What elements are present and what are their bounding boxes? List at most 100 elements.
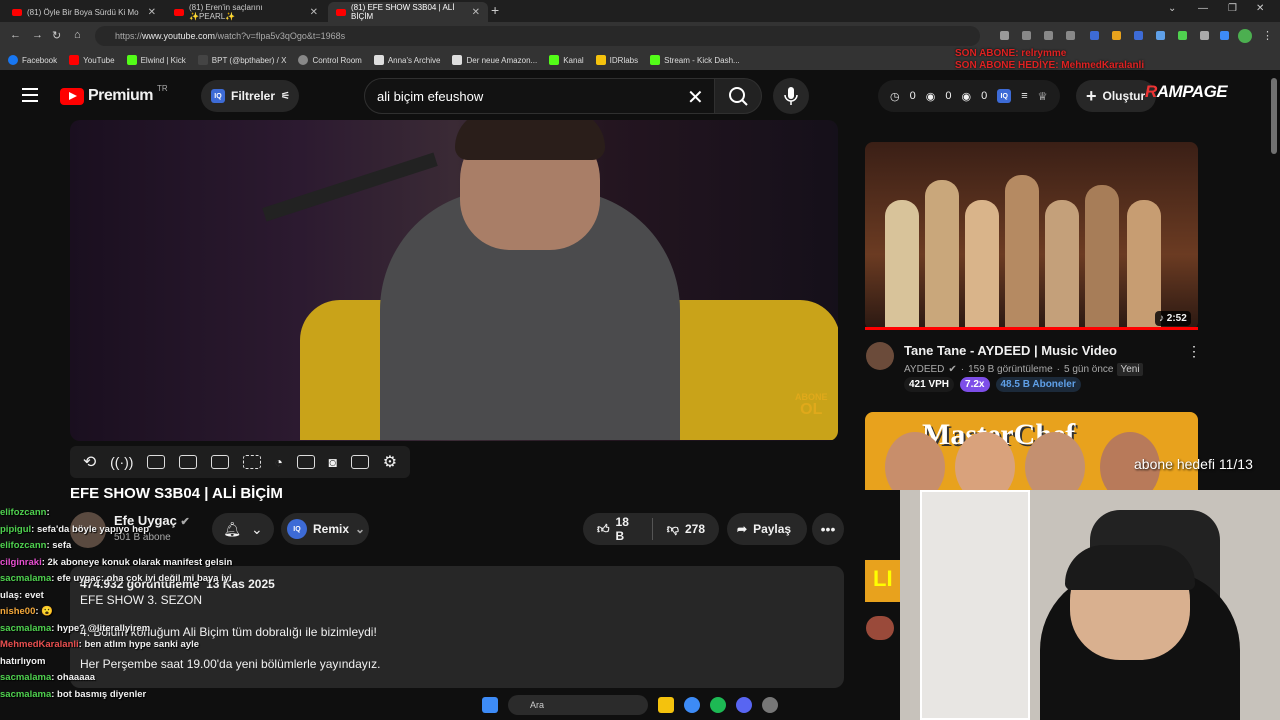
- control-room-icon: [298, 55, 309, 65]
- minimize-icon[interactable]: —: [1198, 3, 1208, 14]
- chat-message: hatırlıyom: [0, 655, 46, 667]
- verified-icon: ✔: [948, 364, 957, 375]
- bookmark-annas-archive[interactable]: Anna's Archive: [373, 55, 440, 65]
- clapper-icon[interactable]: [179, 455, 198, 469]
- menu-dots-icon[interactable]: ⋮: [1262, 29, 1273, 42]
- bookmark-elwind[interactable]: Elwind | Kick: [126, 55, 186, 65]
- close-window-icon[interactable]: ✕: [1256, 3, 1264, 14]
- close-tab-icon[interactable]: ✕: [310, 7, 318, 18]
- video-title: EFE SHOW S3B04 | ALİ BİÇİM: [70, 485, 283, 502]
- recommended-video-thumbnail[interactable]: LI: [865, 560, 900, 602]
- close-tab-icon[interactable]: ✕: [148, 7, 156, 18]
- chrome-icon[interactable]: [684, 697, 700, 713]
- forward-icon[interactable]: →: [32, 29, 43, 41]
- extension-stats: ◷ 0 ◉ 0 ◉ 0 IQ ≡ ♕: [878, 80, 1060, 112]
- watch-progress-bar: [865, 327, 1198, 330]
- reload-icon[interactable]: ↻: [52, 29, 61, 42]
- more-dots-icon[interactable]: ⋮: [1187, 343, 1201, 360]
- like-button[interactable]: 👍︎ 18 B: [583, 515, 652, 543]
- video-duration: ♪ 2:52: [1155, 311, 1191, 326]
- recommended-video-thumbnail[interactable]: [865, 142, 1198, 330]
- tab-2[interactable]: (81) Eren'in saçlarını ✨PEARL✨ ✕: [166, 2, 326, 22]
- recommended-video-title[interactable]: Tane Tane - AYDEED | Music Video: [904, 343, 1117, 358]
- voice-search-button[interactable]: [773, 78, 809, 114]
- extension-icon[interactable]: [1200, 31, 1209, 40]
- windows-start-icon[interactable]: [482, 697, 498, 713]
- bookmark-idrlabs[interactable]: IDRlabs: [595, 55, 638, 65]
- new-tab-button[interactable]: +: [491, 2, 499, 18]
- loop-icon[interactable]: ⟲: [83, 452, 96, 472]
- vph-badges: 421 VPH 7.2x 48.5 B Aboneler: [904, 377, 1081, 392]
- bookmark-kick-dashboard[interactable]: Stream - Kick Dash...: [650, 55, 740, 65]
- folder-icon[interactable]: [658, 697, 674, 713]
- close-tab-icon[interactable]: ✕: [472, 7, 480, 18]
- sidebar-icon[interactable]: [1220, 31, 1229, 40]
- zoom-icon[interactable]: [1022, 31, 1031, 40]
- channel-avatar[interactable]: [866, 342, 894, 370]
- clear-search-icon[interactable]: ✕: [687, 85, 704, 110]
- share-icon[interactable]: [1044, 31, 1053, 40]
- idrlabs-icon: [595, 55, 606, 65]
- back-icon[interactable]: ←: [10, 29, 21, 41]
- chat-message: elifozcann: sefa: [0, 540, 72, 551]
- extension-icon[interactable]: [1134, 31, 1143, 40]
- bookmark-youtube[interactable]: YouTube: [69, 55, 115, 65]
- search-input[interactable]: ali biçim efeushow: [364, 78, 715, 114]
- filters-button[interactable]: IQ Filtreler ⚟: [201, 80, 299, 112]
- chat-message: elifozcann:: [0, 507, 50, 518]
- camera-icon[interactable]: ◙: [329, 454, 337, 470]
- dislike-button[interactable]: 👎︎ 278: [653, 522, 719, 537]
- extension-icon[interactable]: [1090, 31, 1099, 40]
- tab-3-active[interactable]: (81) EFE SHOW S3B04 | ALİ BİÇİM ✕: [328, 2, 488, 22]
- bookmark-star-icon[interactable]: [1066, 31, 1075, 40]
- channel-avatar[interactable]: [866, 616, 894, 640]
- discord-icon[interactable]: [736, 697, 752, 713]
- bookmark-facebook[interactable]: Facebook: [8, 55, 57, 65]
- more-actions-button[interactable]: •••: [812, 513, 844, 545]
- share-button[interactable]: ➦ Paylaş: [727, 513, 807, 545]
- profile-avatar[interactable]: [1238, 29, 1252, 43]
- extension-icon[interactable]: [1000, 31, 1009, 40]
- bookmark-bpt[interactable]: BPT (@bpthaber) / X: [197, 55, 286, 65]
- search-button[interactable]: [714, 78, 762, 114]
- amazon-icon: [452, 55, 463, 65]
- window-icon[interactable]: [210, 455, 229, 469]
- add-icon[interactable]: [296, 455, 315, 469]
- audio-icon[interactable]: ((·)): [110, 454, 133, 470]
- eye-icon: ◉: [925, 90, 936, 103]
- gear-icon[interactable]: ⚙: [383, 452, 397, 472]
- tab-1[interactable]: (81) Öyle Bir Boya Sürdü Ki Mo ✕: [4, 2, 164, 22]
- like-dislike-group: 👍︎ 18 B 👎︎ 278: [583, 513, 719, 545]
- spotify-icon[interactable]: [710, 697, 726, 713]
- home-icon[interactable]: ⌂: [74, 29, 81, 41]
- chat-message: MehmedKaralanli: ben atlım hype sanki ay…: [0, 639, 200, 650]
- trophy-icon[interactable]: ♕: [1038, 90, 1048, 103]
- obs-icon[interactable]: [762, 697, 778, 713]
- chevron-down-icon[interactable]: ⌄: [1168, 3, 1176, 14]
- puzzle-icon[interactable]: [1156, 31, 1165, 40]
- eye-icon[interactable]: [147, 455, 166, 469]
- extension-icon[interactable]: [1178, 31, 1187, 40]
- hamburger-menu-icon[interactable]: [22, 88, 38, 102]
- bookmark-control-room[interactable]: Control Room: [298, 55, 362, 65]
- screen-icon[interactable]: [242, 455, 261, 469]
- iq-icon[interactable]: IQ: [997, 89, 1012, 103]
- thumbnail-figure: [1127, 200, 1161, 330]
- windows-taskbar: Ara: [470, 690, 810, 720]
- chat-message: pipigul: sefa'da böyle yapıyo hep: [0, 523, 150, 535]
- taskbar-search[interactable]: Ara: [508, 695, 648, 715]
- create-button[interactable]: + Oluştur: [1076, 80, 1156, 112]
- extension-icon[interactable]: [1112, 31, 1121, 40]
- youtube-premium-logo[interactable]: Premium TR: [60, 84, 168, 105]
- bookmark-kanal[interactable]: Kanal: [549, 55, 584, 65]
- video-player[interactable]: ABONE OL: [70, 120, 838, 441]
- scrollbar[interactable]: [1271, 78, 1277, 154]
- speed-icon[interactable]: ◔: [275, 454, 283, 470]
- chevron-down-icon: ⌄: [355, 522, 366, 536]
- keyboard-icon[interactable]: [350, 455, 369, 469]
- maximize-icon[interactable]: ❐: [1228, 3, 1237, 14]
- bookmark-amazon[interactable]: Der neue Amazon...: [452, 55, 537, 65]
- recommended-video-thumbnail[interactable]: MasterChef: [865, 412, 1198, 490]
- list-icon[interactable]: ≡: [1021, 90, 1027, 102]
- url-field[interactable]: https://www.youtube.com/watch?v=flpa5v3q…: [95, 26, 980, 46]
